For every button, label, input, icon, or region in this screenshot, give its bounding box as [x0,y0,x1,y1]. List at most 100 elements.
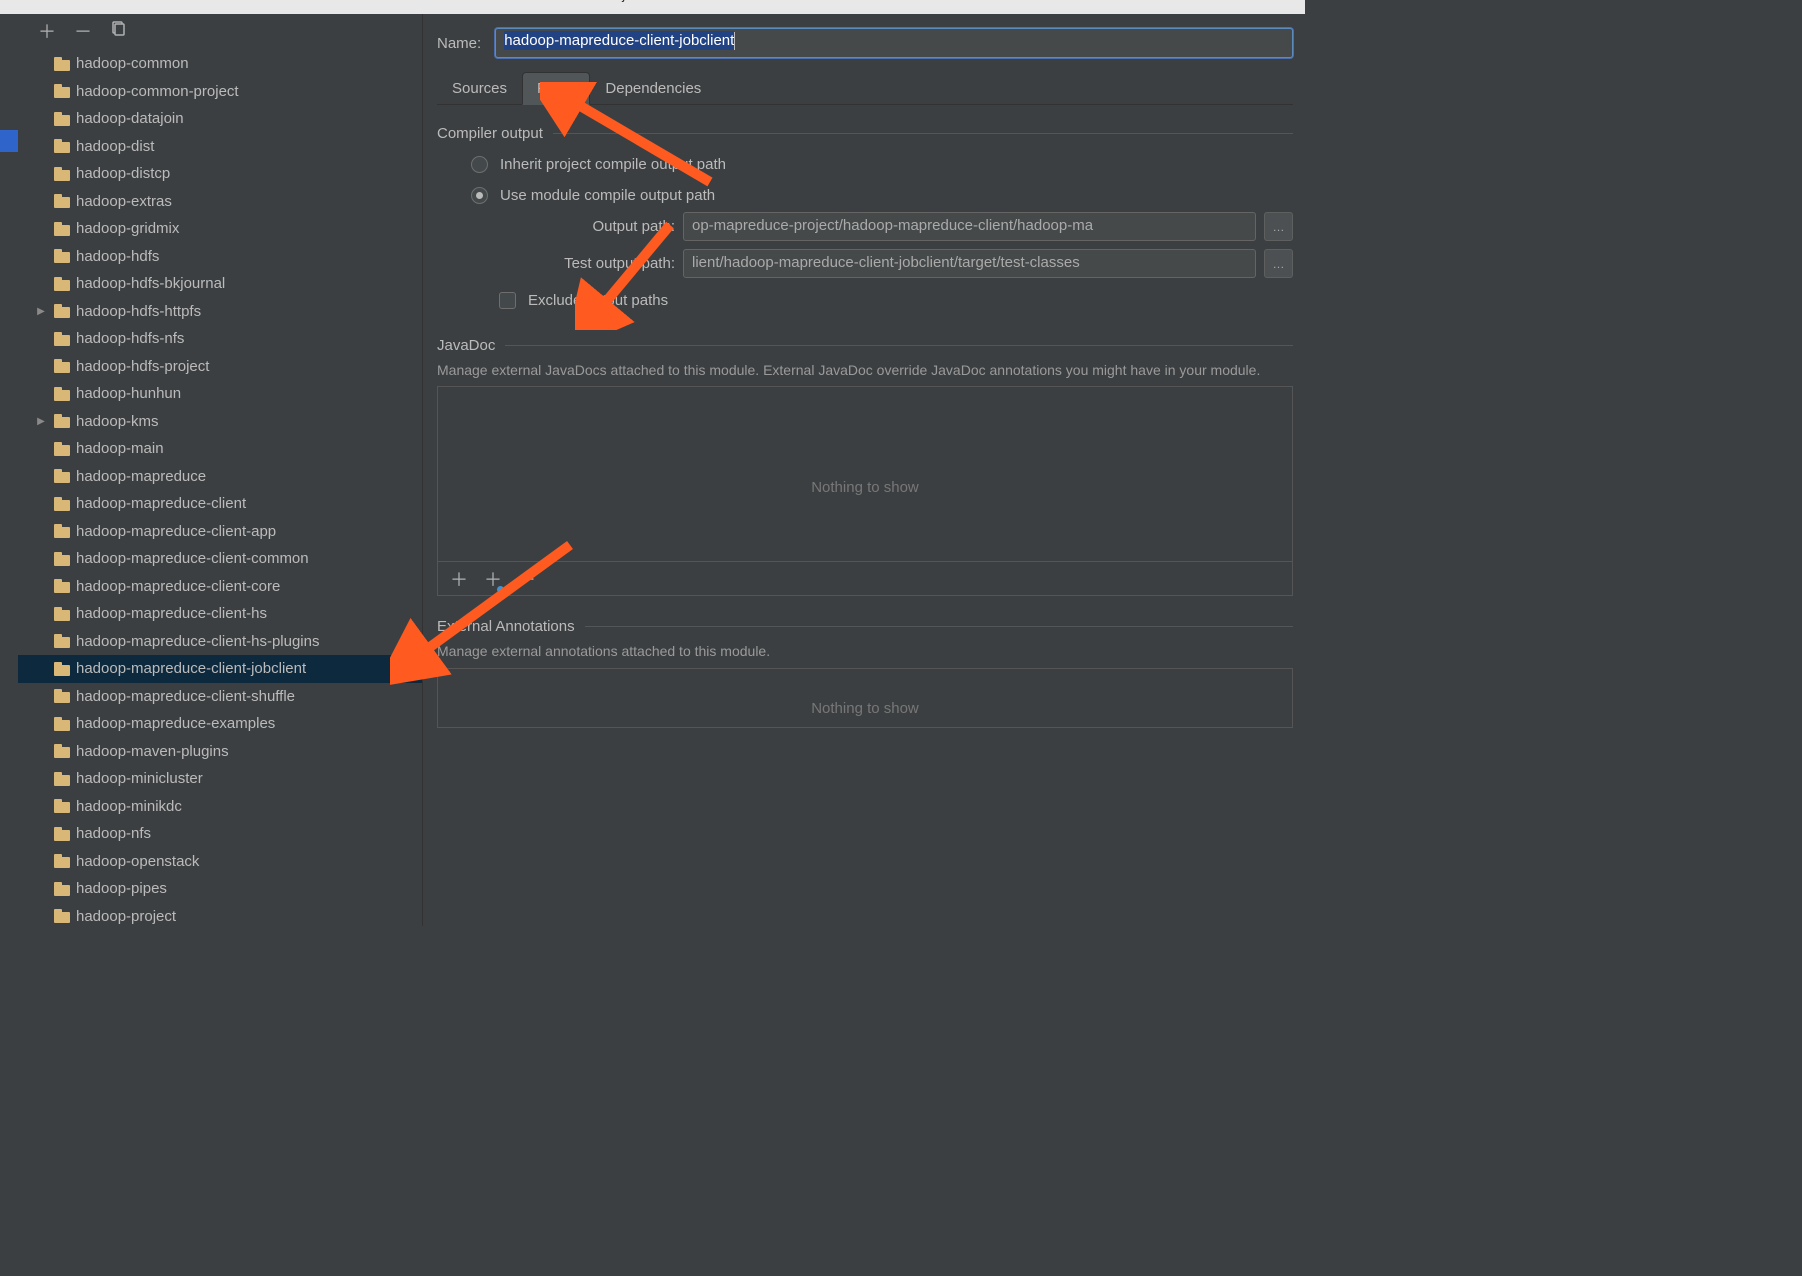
module-tree[interactable]: hadoop-commonhadoop-common-projecthadoop… [18,48,422,926]
sidebar-item-hadoop-pipes[interactable]: hadoop-pipes [18,875,422,903]
sidebar-item-hadoop-hdfs-httpfs[interactable]: ▶hadoop-hdfs-httpfs [18,298,422,326]
tab-paths[interactable]: Paths [522,72,590,105]
sidebar-item-hadoop-datajoin[interactable]: hadoop-datajoin [18,105,422,133]
folder-icon [54,332,70,346]
sidebar-item-label: hadoop-project [76,908,176,925]
sidebar-item-hadoop-mapreduce-examples[interactable]: hadoop-mapreduce-examples [18,710,422,738]
sidebar-item-hadoop-mapreduce-client-hs[interactable]: hadoop-mapreduce-client-hs [18,600,422,628]
sidebar-item-hadoop-gridmix[interactable]: hadoop-gridmix [18,215,422,243]
sidebar-item-label: hadoop-mapreduce-client-app [76,523,276,540]
sidebar-item-hadoop-mapreduce-client-common[interactable]: hadoop-mapreduce-client-common [18,545,422,573]
javadoc-add-url-icon[interactable]: ＋ [484,566,502,592]
test-output-path-browse-button[interactable]: … [1264,249,1293,278]
folder-icon [54,497,70,511]
sidebar-item-label: hadoop-mapreduce-client-common [76,550,309,567]
javadoc-add-icon[interactable]: ＋ [450,566,468,592]
sidebar-item-label: hadoop-minikdc [76,798,182,815]
folder-icon [54,442,70,456]
javadoc-toolbar: ＋ ＋ － [438,561,1292,595]
sidebar-item-label: hadoop-openstack [76,853,199,870]
sidebar-item-hadoop-minikdc[interactable]: hadoop-minikdc [18,793,422,821]
copy-module-icon[interactable] [110,21,126,42]
sidebar-item-hadoop-hunhun[interactable]: hadoop-hunhun [18,380,422,408]
sidebar-item-hadoop-mapreduce[interactable]: hadoop-mapreduce [18,463,422,491]
sidebar-item-hadoop-mapreduce-client-hs-plugins[interactable]: hadoop-mapreduce-client-hs-plugins [18,628,422,656]
sidebar-item-label: hadoop-main [76,440,164,457]
sidebar-item-label: hadoop-mapreduce-examples [76,715,275,732]
sidebar-item-hadoop-extras[interactable]: hadoop-extras [18,188,422,216]
javadoc-list[interactable]: Nothing to show ＋ ＋ － [437,386,1293,596]
sidebar-item-hadoop-hdfs-bkjournal[interactable]: hadoop-hdfs-bkjournal [18,270,422,298]
folder-icon [54,772,70,786]
sidebar-item-label: hadoop-mapreduce [76,468,206,485]
sidebar-item-hadoop-project[interactable]: hadoop-project [18,903,422,927]
test-output-path-input[interactable]: lient/hadoop-mapreduce-client-jobclient/… [683,249,1256,278]
section-divider [585,626,1293,627]
sidebar-item-label: hadoop-dist [76,138,154,155]
remove-module-icon[interactable]: － [74,18,92,44]
tab-sources[interactable]: Sources [437,72,522,105]
sidebar-item-label: hadoop-distcp [76,165,170,182]
left-gutter [0,14,18,926]
name-row: Name: hadoop-mapreduce-client-jobclient [437,28,1293,58]
sidebar-item-hadoop-kms[interactable]: ▶ hadoop-kms [18,408,422,436]
sidebar-item-hadoop-hdfs-project[interactable]: hadoop-hdfs-project [18,353,422,381]
radio-inherit-row[interactable]: Inherit project compile output path [471,156,1293,173]
expand-icon[interactable]: ▶ [34,306,48,317]
folder-icon [54,249,70,263]
sidebar-item-label: hadoop-hdfs-project [76,358,209,375]
exclude-checkbox[interactable] [499,292,516,309]
output-path-label: Output path: [497,218,675,235]
sidebar-item-hadoop-minicluster[interactable]: hadoop-minicluster [18,765,422,793]
add-module-icon[interactable]: ＋ [38,18,56,44]
sidebar-item-hadoop-maven-plugins[interactable]: hadoop-maven-plugins [18,738,422,766]
folder-icon [54,827,70,841]
javadoc-remove-icon[interactable]: － [518,566,536,592]
tab-dependencies[interactable]: Dependencies [590,72,716,105]
sidebar-item-label: hadoop-minicluster [76,770,203,787]
output-path-input[interactable]: op-mapreduce-project/hadoop-mapreduce-cl… [683,212,1256,241]
sidebar-item-hadoop-distcp[interactable]: hadoop-distcp [18,160,422,188]
sidebar-item-hadoop-mapreduce-client-core[interactable]: hadoop-mapreduce-client-core [18,573,422,601]
radio-module[interactable] [471,187,488,204]
sidebar-item-hadoop-common[interactable]: hadoop-common [18,50,422,78]
radio-module-row[interactable]: Use module compile output path [471,187,1293,204]
sidebar-item-label: hadoop-nfs [76,825,151,842]
sidebar-item-hadoop-nfs[interactable]: hadoop-nfs [18,820,422,848]
name-value-selected: hadoop-mapreduce-client-jobclient [504,31,734,50]
radio-inherit[interactable] [471,156,488,173]
expand-icon[interactable]: ▶ [34,416,48,427]
gutter-active-marker [0,130,18,152]
sidebar-item-label: hadoop-mapreduce-client-hs [76,605,267,622]
sidebar-item-hadoop-mapreduce-client-shuffle[interactable]: hadoop-mapreduce-client-shuffle [18,683,422,711]
sidebar-item-label: hadoop-kms [76,413,159,430]
sidebar-item-hadoop-mapreduce-client[interactable]: hadoop-mapreduce-client [18,490,422,518]
sidebar-item-hadoop-mapreduce-client-app[interactable]: hadoop-mapreduce-client-app [18,518,422,546]
ext-section-title: External Annotations [437,618,1293,635]
folder-icon [54,84,70,98]
output-path-browse-button[interactable]: … [1264,212,1293,241]
folder-icon [54,222,70,236]
sidebar-item-label: hadoop-extras [76,193,172,210]
ext-desc: Manage external annotations attached to … [437,641,1293,661]
folder-icon [54,387,70,401]
folder-icon [54,662,70,676]
ext-list[interactable]: Nothing to show [437,668,1293,728]
javadoc-empty-text: Nothing to show [438,479,1292,496]
javadoc-section-label: JavaDoc [437,337,495,354]
sidebar-item-hadoop-mapreduce-client-jobclient[interactable]: hadoop-mapreduce-client-jobclient [18,655,422,683]
compiler-section-label: Compiler output [437,125,543,142]
sidebar-item-hadoop-hdfs[interactable]: hadoop-hdfs [18,243,422,271]
exclude-row[interactable]: Exclude output paths [499,292,1293,309]
sidebar-item-hadoop-openstack[interactable]: hadoop-openstack [18,848,422,876]
sidebar-item-hadoop-main[interactable]: hadoop-main [18,435,422,463]
sidebar-item-label: hadoop-hdfs [76,248,159,265]
sidebar-item-hadoop-hdfs-nfs[interactable]: hadoop-hdfs-nfs [18,325,422,353]
folder-icon [54,799,70,813]
module-name-input[interactable]: hadoop-mapreduce-client-jobclient [495,28,1293,58]
sidebar-item-hadoop-common-project[interactable]: hadoop-common-project [18,78,422,106]
sidebar-item-label: hadoop-hunhun [76,385,181,402]
sidebar-item-hadoop-dist[interactable]: hadoop-dist [18,133,422,161]
folder-icon [54,909,70,923]
folder-icon [54,524,70,538]
